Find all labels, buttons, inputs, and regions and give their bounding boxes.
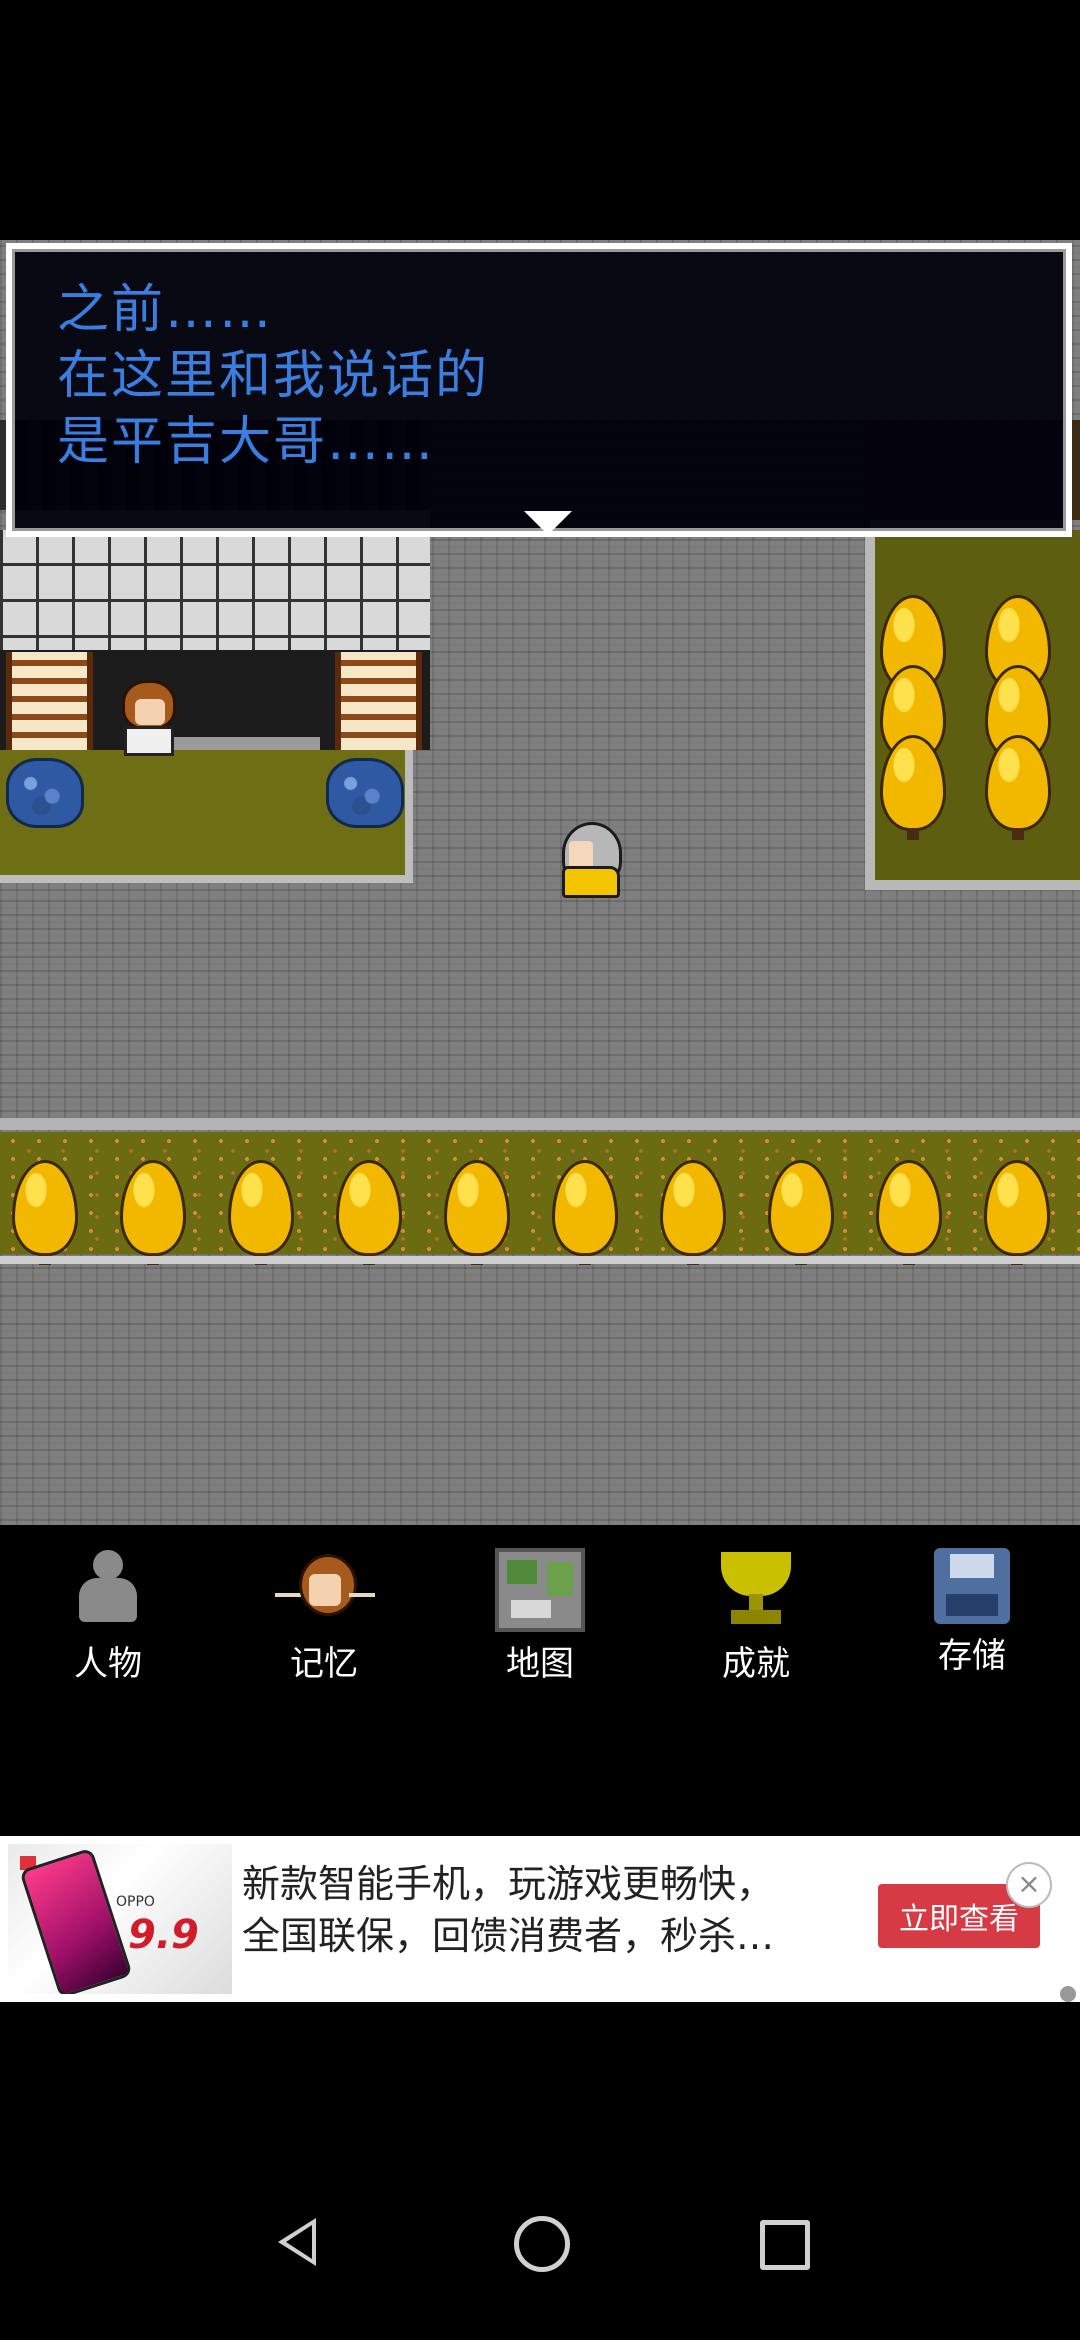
npc-body <box>124 726 174 756</box>
menu-save-button[interactable]: 存储 <box>864 1528 1080 1708</box>
menu-achievements-button[interactable]: 成就 <box>648 1528 864 1708</box>
menu-save-label: 存储 <box>938 1636 1006 1676</box>
game-screen: 之前…… 在这里和我说话的 是平吉大哥…… 人物 记忆 地图 成就 存储 OPP… <box>0 0 1080 2340</box>
save-icon <box>934 1548 1010 1624</box>
phone-image <box>19 1847 133 1994</box>
system-nav-bar <box>0 2190 1080 2340</box>
player-elder-sprite[interactable] <box>556 822 632 898</box>
ad-copy[interactable]: 新款智能手机，玩游戏更畅快， 全国联保，回馈消费者，秒杀… <box>242 1858 774 1962</box>
npc-head <box>122 680 176 730</box>
recent-apps-icon[interactable] <box>760 2220 810 2270</box>
hydrangea-bush-left <box>6 758 84 828</box>
close-icon[interactable]: × <box>1006 1862 1052 1908</box>
game-menu-bar: 人物 记忆 地图 成就 存储 <box>0 1528 1080 1708</box>
ad-thumb-price: 9.9 <box>128 1912 199 1958</box>
ad-info-icon[interactable] <box>1060 1986 1076 2002</box>
ad-thumbnail[interactable]: OPPO 9.9 <box>8 1844 232 1994</box>
menu-map-button[interactable]: 地图 <box>432 1528 648 1708</box>
stone-road <box>0 895 1080 1130</box>
ad-line-2: 全国联保，回馈消费者，秒杀… <box>242 1914 775 1958</box>
dialogue-line-2: 在这里和我说话的 <box>57 346 490 406</box>
trophy-icon <box>711 1548 801 1632</box>
road-curb <box>0 1118 1080 1130</box>
scene-bottom-border <box>0 1256 1080 1264</box>
back-icon[interactable] <box>278 2218 316 2266</box>
menu-achievements-label: 成就 <box>722 1644 790 1684</box>
shoji-door-left <box>6 652 93 750</box>
ad-banner[interactable]: OPPO 9.9 新款智能手机，玩游戏更畅快， 全国联保，回馈消费者，秒杀… 立… <box>0 1836 1080 2002</box>
home-icon[interactable] <box>514 2216 570 2272</box>
continue-arrow-icon[interactable] <box>524 511 572 535</box>
ad-line-1: 新款智能手机，玩游戏更畅快， <box>242 1862 775 1906</box>
player-robe <box>562 866 620 898</box>
menu-memory-label: 记忆 <box>290 1644 358 1684</box>
dialogue-text: 之前…… 在这里和我说话的 是平吉大哥…… <box>57 277 489 475</box>
npc-face <box>135 699 165 725</box>
menu-map-label: 地图 <box>506 1644 574 1684</box>
menu-characters-button[interactable]: 人物 <box>0 1528 216 1708</box>
npc-child-sprite[interactable] <box>118 680 178 756</box>
dialogue-line-3: 是平吉大哥…… <box>57 412 436 472</box>
hydrangea-bush-right <box>326 758 404 828</box>
map-icon <box>495 1548 585 1632</box>
house-lattice-wall <box>0 530 430 650</box>
dialogue-box[interactable]: 之前…… 在这里和我说话的 是平吉大哥…… <box>6 243 1072 537</box>
person-icon <box>63 1548 153 1632</box>
shoji-door-right <box>335 652 422 750</box>
menu-characters-label: 人物 <box>74 1644 142 1684</box>
menu-memory-button[interactable]: 记忆 <box>216 1528 432 1708</box>
memory-icon <box>275 1548 375 1632</box>
dialogue-line-1: 之前…… <box>57 280 274 340</box>
ad-thumb-brand: OPPO <box>116 1894 155 1910</box>
